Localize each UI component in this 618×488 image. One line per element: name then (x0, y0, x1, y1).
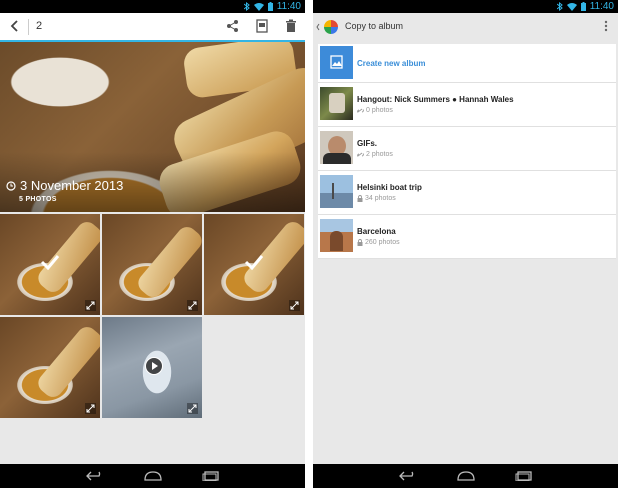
image-add-icon (330, 55, 343, 69)
expand-icon[interactable] (187, 300, 198, 311)
nav-bar (313, 464, 618, 488)
event-date-text: 3 November 2013 (20, 178, 124, 193)
shoulders-shape (323, 153, 351, 164)
create-album-label: Create new album (357, 59, 426, 68)
photos-app-logo-icon[interactable] (316, 18, 338, 36)
album-row[interactable]: Barcelona 260 photos (318, 215, 616, 259)
back-nav-icon[interactable] (398, 471, 417, 481)
photo-thumbnail[interactable] (0, 317, 100, 418)
action-bar-divider (28, 19, 29, 35)
expand-icon[interactable] (85, 403, 96, 414)
album-name: Hangout: Nick Summers ● Hannah Wales (357, 95, 514, 104)
checkmark-icon (244, 255, 264, 270)
mast-shape (332, 183, 334, 199)
share-icon[interactable] (226, 19, 240, 33)
photo-thumbnail[interactable] (204, 214, 304, 315)
album-list: Create new album Hangout: Nick Summers ●… (318, 44, 616, 259)
bluetooth-icon (243, 2, 250, 11)
link-icon (357, 108, 364, 113)
album-count: 34 photos (365, 195, 396, 202)
album-name: Helsinki boat trip (357, 183, 422, 192)
event-cover-photo[interactable]: 3 November 2013 5 PHOTOS (0, 42, 305, 212)
overflow-menu-icon[interactable] (604, 20, 608, 32)
screen-divider (305, 0, 313, 488)
wifi-icon (566, 2, 577, 11)
play-icon[interactable] (145, 357, 163, 375)
album-info: 0 photos (357, 107, 393, 114)
selected-count: 2 (36, 20, 43, 32)
copy-to-album-icon[interactable] (255, 19, 269, 33)
status-time: 11:40 (589, 1, 614, 12)
home-icon[interactable] (456, 471, 475, 481)
bluetooth-icon (556, 2, 563, 11)
bread-slice (34, 323, 100, 401)
album-row[interactable]: Helsinki boat trip 34 photos (318, 171, 616, 215)
expand-icon[interactable] (187, 403, 198, 414)
album-row[interactable]: Hangout: Nick Summers ● Hannah Wales 0 p… (318, 83, 616, 127)
album-thumbnail (320, 87, 353, 120)
recent-apps-icon[interactable] (202, 471, 220, 481)
wifi-icon (253, 2, 264, 11)
album-info: 34 photos (357, 195, 396, 202)
create-album-tile (320, 46, 353, 79)
album-count: 260 photos (365, 239, 400, 246)
left-screen: 11:40 2 3 November 2013 5 PHOTOS (0, 0, 305, 488)
photo-thumbnail[interactable] (0, 214, 100, 315)
bread-slice (134, 223, 202, 301)
status-time: 11:40 (276, 1, 301, 12)
action-bar-title: Copy to album (345, 21, 404, 31)
mug-shape (329, 93, 345, 113)
nav-bar (0, 464, 305, 488)
album-count: 0 photos (366, 107, 393, 114)
album-count: 2 photos (366, 151, 393, 158)
expand-icon[interactable] (85, 300, 96, 311)
status-bar: 11:40 (0, 0, 305, 13)
video-thumbnail[interactable] (102, 317, 202, 418)
lock-icon (357, 239, 363, 246)
checkmark-icon (40, 255, 60, 270)
home-icon[interactable] (143, 471, 162, 481)
back-nav-icon[interactable] (85, 471, 104, 481)
status-bar: 11:40 (313, 0, 618, 13)
arch-shape (330, 231, 343, 251)
album-thumbnail (320, 219, 353, 252)
battery-icon (267, 2, 273, 11)
clock-icon (6, 180, 16, 191)
event-photo-count: 5 PHOTOS (19, 196, 57, 203)
recent-apps-icon[interactable] (515, 471, 533, 481)
back-arrow-icon[interactable] (8, 19, 22, 33)
selection-action-bar: 2 (0, 13, 305, 42)
album-row[interactable]: GIFs. 2 photos (318, 127, 616, 171)
right-screen: 11:40 Copy to album Create new album Han… (313, 0, 618, 488)
album-info: 2 photos (357, 151, 393, 158)
album-name: GIFs. (357, 139, 378, 148)
album-info: 260 photos (357, 239, 400, 246)
album-thumbnail (320, 131, 353, 164)
expand-icon[interactable] (289, 300, 300, 311)
copy-to-album-action-bar: Copy to album (313, 13, 618, 40)
album-thumbnail (320, 175, 353, 208)
battery-icon (580, 2, 586, 11)
create-album-row[interactable]: Create new album (318, 44, 616, 83)
photo-thumbnail[interactable] (102, 214, 202, 315)
album-name: Barcelona (357, 227, 396, 236)
link-icon (357, 152, 364, 157)
event-date: 3 November 2013 (6, 178, 123, 193)
trash-icon[interactable] (284, 19, 298, 33)
lock-icon (357, 195, 363, 202)
